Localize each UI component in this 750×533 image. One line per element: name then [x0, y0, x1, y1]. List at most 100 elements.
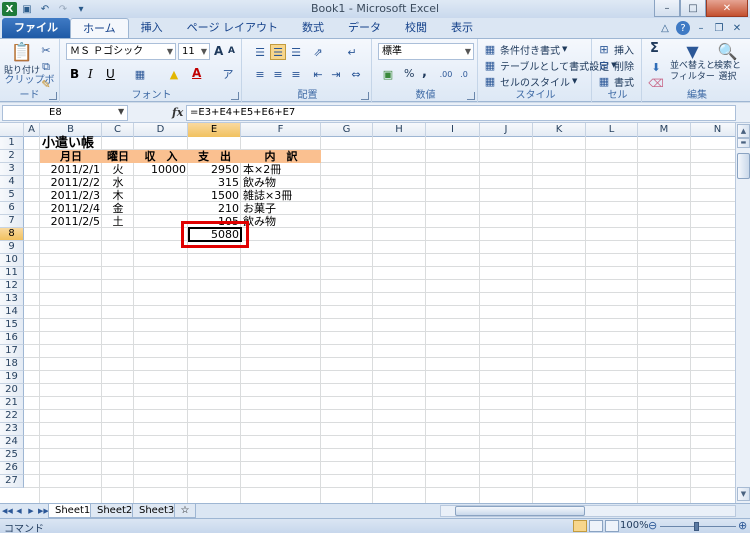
row-header-10[interactable]: 10: [0, 254, 24, 267]
italic-button[interactable]: I: [88, 67, 93, 81]
maximize-icon[interactable]: □: [680, 0, 706, 17]
vertical-scrollbar[interactable]: ▲ ▬ ▼: [735, 123, 750, 503]
row-header-15[interactable]: 15: [0, 319, 24, 332]
zoom-level[interactable]: 100%: [620, 520, 649, 531]
horizontal-scrollbar[interactable]: [440, 505, 736, 517]
zoom-in-icon[interactable]: ⊕: [738, 519, 747, 532]
expense-cell[interactable]: 1500: [188, 189, 241, 202]
row-header-5[interactable]: 5: [0, 189, 24, 202]
insert-cells-button[interactable]: ⊞ 挿入: [596, 41, 634, 57]
workbook-minimize-icon[interactable]: –: [694, 21, 708, 35]
borders-icon[interactable]: ▦: [132, 66, 148, 82]
column-header-f[interactable]: F: [241, 123, 321, 137]
tab-view[interactable]: 表示: [439, 18, 485, 38]
header-detail-cell[interactable]: 内 訳: [241, 150, 321, 163]
bold-button[interactable]: B: [70, 67, 79, 81]
detail-cell[interactable]: 本×2冊: [243, 163, 281, 176]
redo-icon[interactable]: ↷: [55, 2, 71, 17]
scroll-down-icon[interactable]: ▼: [737, 487, 750, 501]
column-header-l[interactable]: L: [586, 123, 638, 137]
underline-button[interactable]: U: [106, 67, 115, 81]
row-header-6[interactable]: 6: [0, 202, 24, 215]
row-header-7[interactable]: 7: [0, 215, 24, 228]
font-name-select[interactable]: ＭＳ Ｐゴシック ▼: [66, 43, 176, 60]
page-layout-view-icon[interactable]: [589, 520, 603, 532]
row-header-21[interactable]: 21: [0, 397, 24, 410]
row-header-1[interactable]: 1: [0, 137, 24, 150]
decrease-indent-icon[interactable]: ⇤: [310, 66, 326, 82]
column-header-i[interactable]: I: [426, 123, 480, 137]
day-cell[interactable]: 土: [102, 215, 134, 228]
date-cell[interactable]: 2011/2/4: [40, 202, 102, 215]
detail-cell[interactable]: お菓子: [243, 202, 276, 215]
next-sheet-icon[interactable]: ▶: [26, 505, 36, 517]
income-cell[interactable]: 10000: [134, 163, 188, 176]
font-launcher-icon[interactable]: [231, 92, 239, 100]
decrease-decimal-icon[interactable]: .0: [456, 66, 472, 82]
save-icon[interactable]: ▣: [19, 2, 35, 17]
increase-indent-icon[interactable]: ⇥: [328, 66, 344, 82]
row-header-4[interactable]: 4: [0, 176, 24, 189]
header-day-cell[interactable]: 曜日: [102, 150, 134, 163]
excel-icon[interactable]: X: [2, 2, 17, 16]
select-all-corner[interactable]: [0, 123, 24, 137]
undo-icon[interactable]: ↶: [37, 2, 53, 17]
align-bottom-icon[interactable]: ☰: [288, 44, 304, 60]
column-header-e[interactable]: E: [188, 123, 241, 137]
minimize-ribbon-icon[interactable]: △: [658, 21, 672, 35]
grow-font-button[interactable]: A: [214, 44, 223, 58]
column-header-c[interactable]: C: [102, 123, 134, 137]
align-center-icon[interactable]: ≡: [270, 66, 286, 82]
row-header-3[interactable]: 3: [0, 163, 24, 176]
tab-insert[interactable]: 挿入: [129, 18, 175, 38]
phonetic-icon[interactable]: ア: [220, 66, 236, 82]
find-select-button[interactable]: 🔍 検索と 選択: [714, 41, 741, 83]
fill-icon[interactable]: ⬇: [648, 59, 664, 75]
tab-file[interactable]: ファイル: [2, 18, 70, 38]
percent-button[interactable]: %: [404, 67, 414, 80]
row-header-24[interactable]: 24: [0, 436, 24, 449]
vertical-scroll-thumb[interactable]: [737, 153, 750, 179]
row-header-12[interactable]: 12: [0, 280, 24, 293]
delete-cells-button[interactable]: ⊟ 削除: [596, 57, 634, 73]
column-header-a[interactable]: A: [24, 123, 40, 137]
tab-page-layout[interactable]: ページ レイアウト: [175, 18, 290, 38]
number-launcher-icon[interactable]: [467, 92, 475, 100]
day-cell[interactable]: 水: [102, 176, 134, 189]
conditional-formatting-button[interactable]: ▦ 条件付き書式 ▼: [482, 41, 568, 57]
cut-icon[interactable]: ✂: [38, 42, 54, 58]
column-header-b[interactable]: B: [40, 123, 102, 137]
name-box[interactable]: E8: [2, 105, 128, 121]
autosum-button[interactable]: Σ: [650, 41, 659, 56]
tab-data[interactable]: データ: [336, 18, 393, 38]
workbook-restore-icon[interactable]: ❐: [712, 21, 726, 35]
header-expense-cell[interactable]: 支 出: [188, 150, 241, 163]
align-top-icon[interactable]: ☰: [252, 44, 268, 60]
day-cell[interactable]: 金: [102, 202, 134, 215]
header-income-cell[interactable]: 収 入: [134, 150, 188, 163]
cells-area[interactable]: 小遣い帳 月日 曜日 収 入 支 出 内 訳 2011/2/1 火 10000 …: [24, 137, 735, 503]
expense-cell[interactable]: 315: [188, 176, 241, 189]
sheet-title-cell[interactable]: 小遣い帳: [42, 137, 94, 150]
increase-decimal-icon[interactable]: .00: [438, 66, 454, 82]
customize-qat-icon[interactable]: ▾: [73, 2, 89, 17]
detail-cell[interactable]: 雑誌×3冊: [243, 189, 292, 202]
insert-function-icon[interactable]: fx: [172, 106, 183, 119]
align-middle-icon[interactable]: ☰: [270, 44, 286, 60]
tab-formulas[interactable]: 数式: [290, 18, 336, 38]
row-header-27[interactable]: 27: [0, 475, 24, 488]
row-header-16[interactable]: 16: [0, 332, 24, 345]
detail-cell[interactable]: 飲み物: [243, 176, 276, 189]
font-color-button[interactable]: A: [192, 66, 201, 80]
date-cell[interactable]: 2011/2/2: [40, 176, 102, 189]
row-header-13[interactable]: 13: [0, 293, 24, 306]
horizontal-scroll-thumb[interactable]: [455, 506, 585, 516]
scroll-up-icon[interactable]: ▲: [737, 124, 750, 138]
clipboard-launcher-icon[interactable]: [49, 92, 57, 100]
last-sheet-icon[interactable]: ▶▶: [38, 505, 49, 517]
row-header-2[interactable]: 2: [0, 150, 24, 163]
zoom-slider-knob[interactable]: [694, 522, 699, 531]
row-header-22[interactable]: 22: [0, 410, 24, 423]
align-right-icon[interactable]: ≡: [288, 66, 304, 82]
orientation-icon[interactable]: ⇗: [310, 44, 326, 60]
